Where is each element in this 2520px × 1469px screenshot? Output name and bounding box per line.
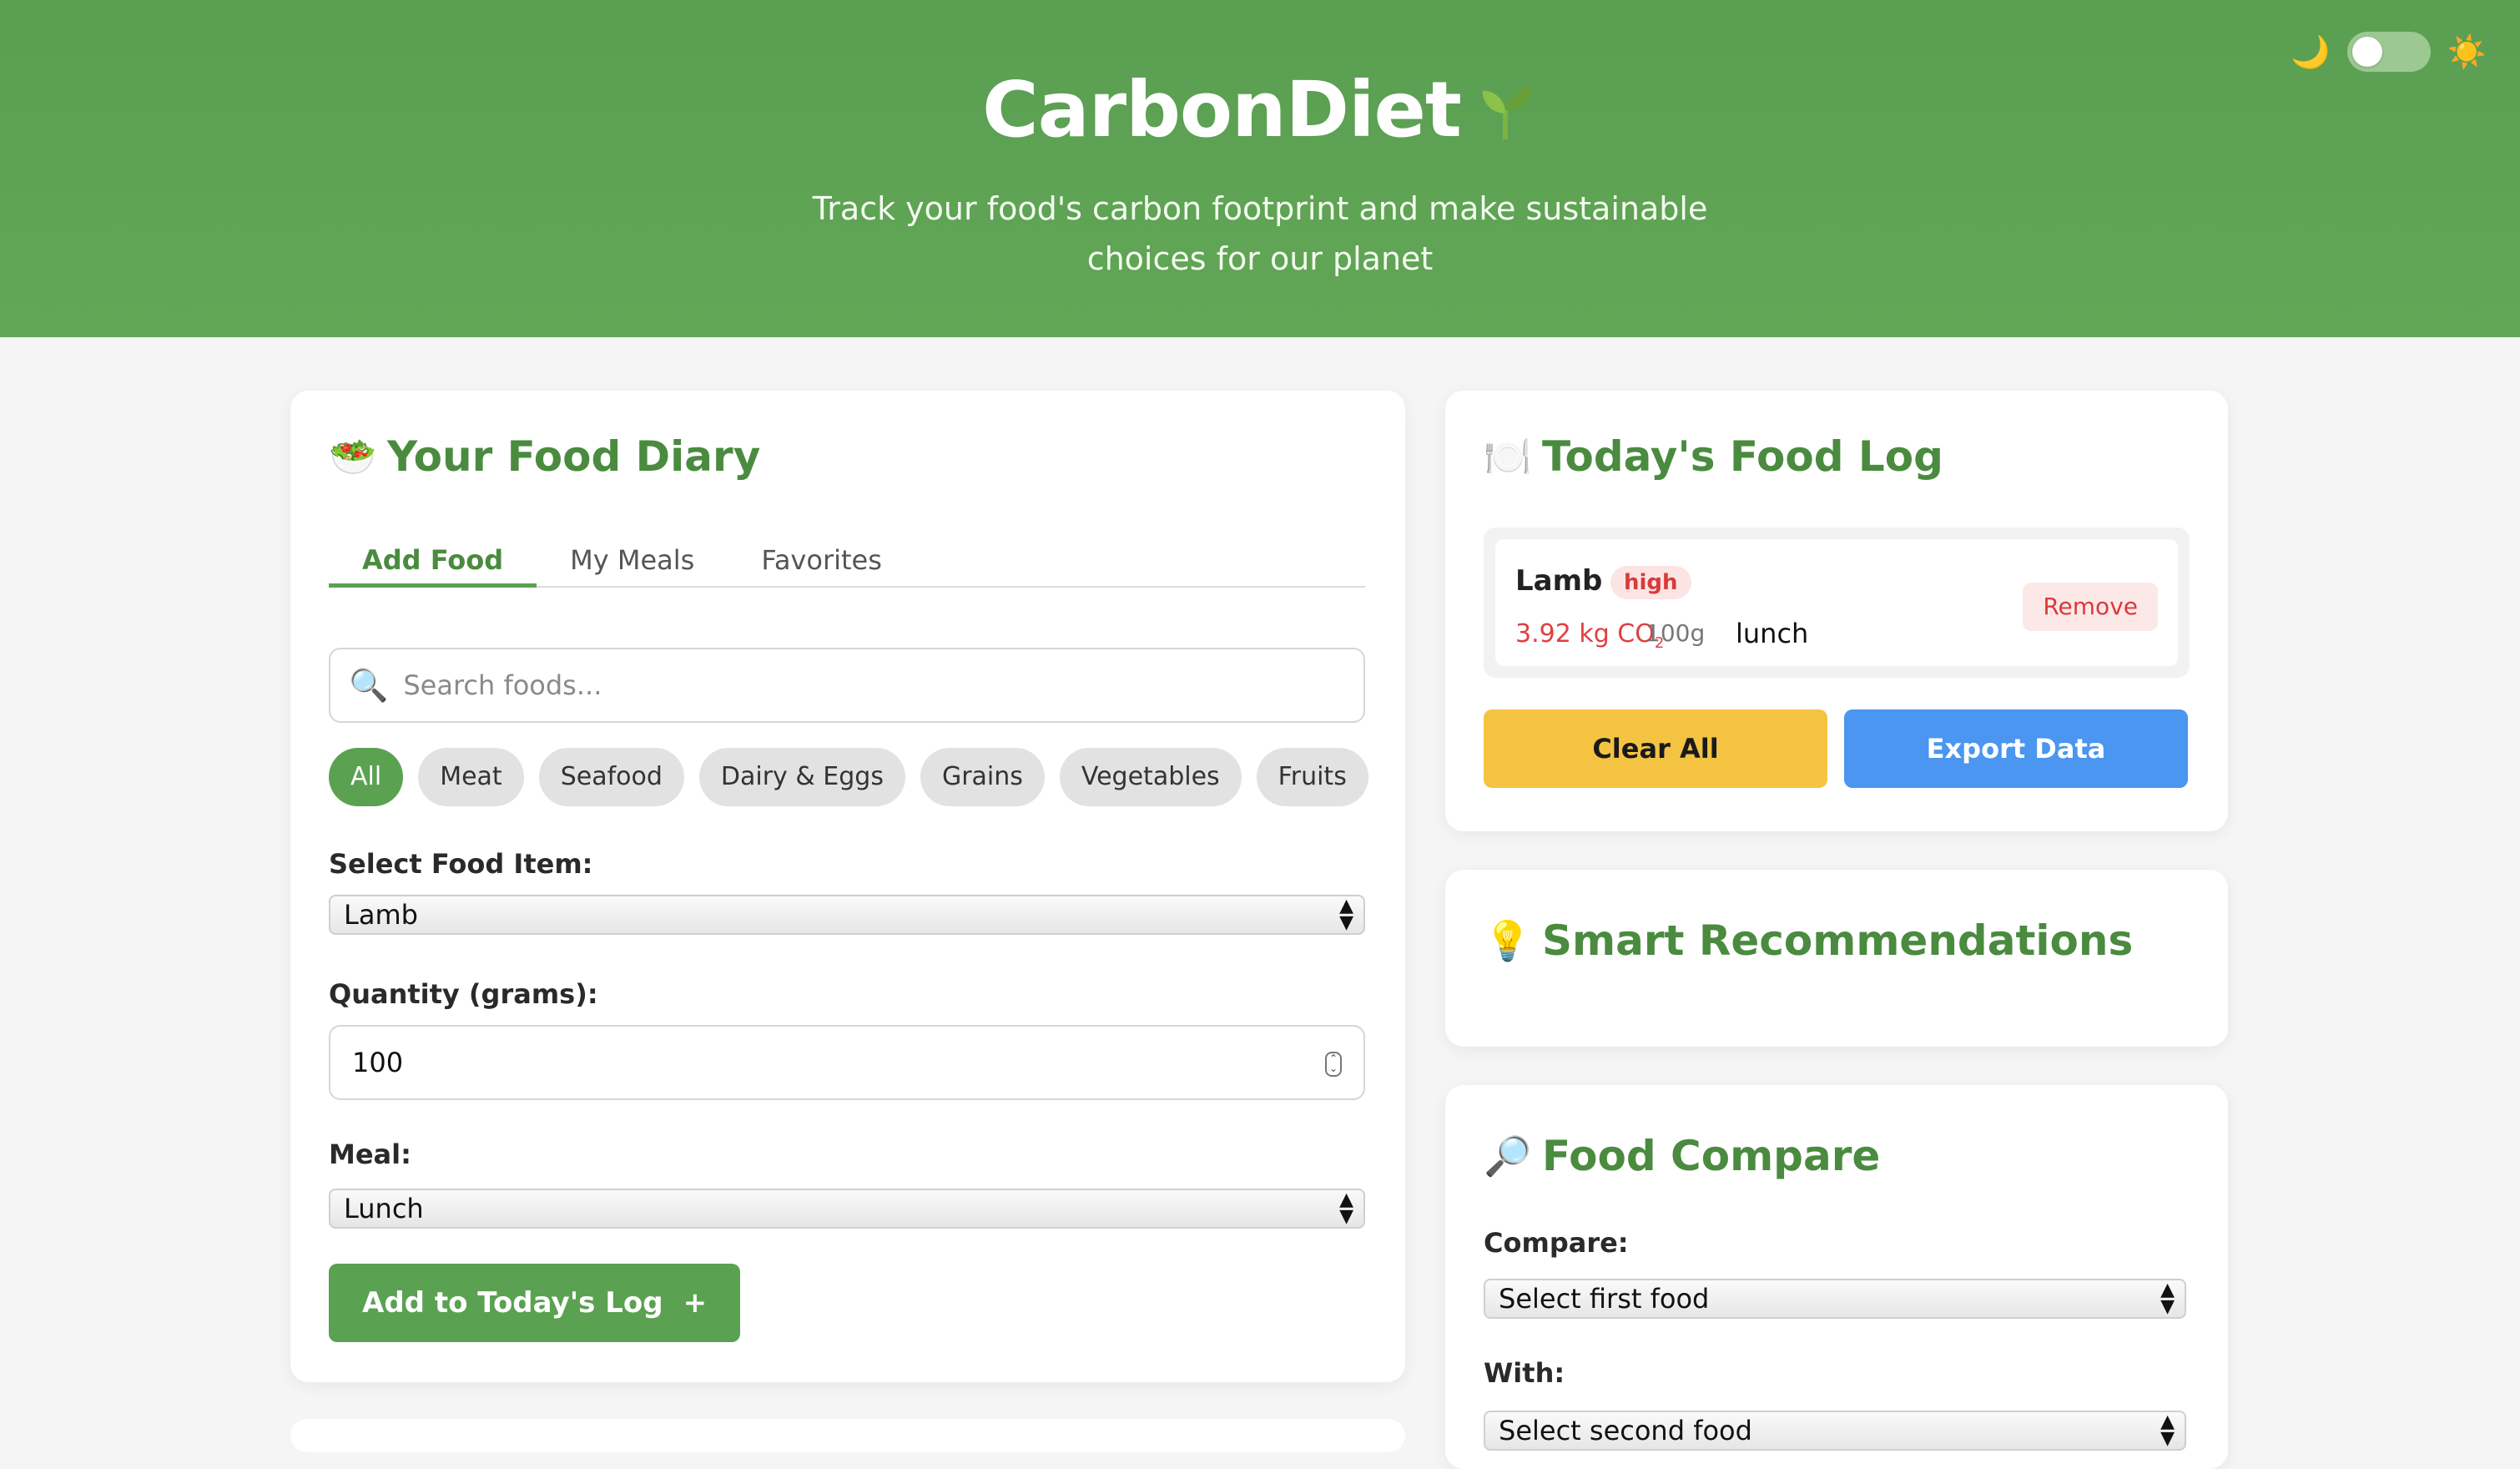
sun-icon: ☀️ [2447,33,2487,70]
food-compare-card: 🔎 Food Compare Compare: Select first foo… [1445,1085,2228,1469]
magnifier-icon: 🔎 [1484,1133,1532,1179]
food-select-label: Select Food Item: [329,848,593,880]
impact-badge: high [1610,566,1691,599]
next-card-edge [290,1419,1405,1452]
select-arrows-icon: ▲ ▼ [2160,1280,2175,1317]
food-log-card: 🍽️ Today's Food Log Lamb high 3.92 kg CO… [1445,391,2228,831]
remove-button[interactable]: Remove [2023,583,2158,631]
meal-label: Meal: [329,1138,411,1170]
switch-knob [2351,37,2382,67]
meal-select[interactable]: Lunch ▲ ▼ [329,1189,1365,1229]
compare-label: Compare: [1484,1227,1629,1259]
category-filters: All Meat Seafood Dairy & Eggs Grains Veg… [329,748,1368,806]
chip-grains[interactable]: Grains [920,748,1045,806]
second-food-value: Select second food [1499,1415,1752,1446]
second-food-select[interactable]: Select second food ▲ ▼ [1484,1411,2186,1451]
food-select-value: Lamb [344,899,418,931]
chip-dairy-eggs[interactable]: Dairy & Eggs [698,748,905,806]
first-food-value: Select first food [1499,1283,1710,1315]
log-item: Lamb high 3.92 kg CO2 100g lunch Remove [1495,539,2178,666]
compare-title: 🔎 Food Compare [1484,1132,1880,1180]
diary-title: 🥗 Your Food Diary [329,432,760,481]
log-title-text: Today's Food Log [1542,432,1943,481]
log-title: 🍽️ Today's Food Log [1484,432,1943,481]
log-actions: Clear All Export Data [1484,709,2188,788]
log-item-meal: lunch [1736,618,1809,649]
select-arrows-icon: ▲ ▼ [1339,896,1353,933]
salad-icon: 🥗 [329,433,377,479]
lightbulb-icon: 💡 [1484,917,1532,963]
plate-icon: 🍽️ [1484,433,1532,479]
search-icon: 🔍 [349,666,389,704]
quantity-label: Quantity (grams): [329,978,598,1010]
log-item-co2: 3.92 kg CO2 [1515,619,1664,652]
chip-meat[interactable]: Meat [418,748,524,806]
diary-tabs: Add Food My Meals Favorites [329,533,1365,588]
log-item-name: Lamb [1515,564,1603,598]
search-box: 🔍 [329,648,1365,723]
recommendations-title: 💡 Smart Recommendations [1484,916,2133,965]
tagline: Track your food's carbon footprint and m… [812,190,1708,277]
food-diary-card: 🥗 Your Food Diary Add Food My Meals Favo… [290,391,1405,1382]
app-title: CarbonDiet [0,65,2520,154]
select-arrows-icon: ▲ ▼ [2160,1411,2175,1449]
quantity-value: 100 [352,1047,404,1078]
export-data-button[interactable]: Export Data [1844,709,2188,788]
add-to-log-label: Add to Today's Log [362,1286,663,1320]
food-select[interactable]: Lamb ▲ ▼ [329,895,1365,935]
theme-toggle[interactable]: 🌙 ☀️ [2291,32,2487,72]
clear-all-button[interactable]: Clear All [1484,709,1827,788]
meal-select-value: Lunch [344,1193,424,1224]
theme-switch[interactable] [2346,32,2431,72]
log-list: Lamb high 3.92 kg CO2 100g lunch Remove [1484,528,2190,678]
with-label: With: [1484,1357,1565,1389]
diary-title-text: Your Food Diary [387,432,761,481]
moon-icon: 🌙 [2291,33,2331,70]
seedling-icon [1482,87,1532,139]
chip-fruits[interactable]: Fruits [1256,748,1368,806]
app-title-text: CarbonDiet [982,65,1462,154]
select-arrows-icon: ▲ ▼ [1339,1189,1353,1227]
tab-my-meals[interactable]: My Meals [537,533,728,588]
stepper-icon[interactable]: ⌃ ⌄ [1325,1052,1342,1077]
compare-title-text: Food Compare [1542,1132,1881,1180]
add-to-log-button[interactable]: Add to Today's Log + [329,1264,741,1342]
tab-add-food[interactable]: Add Food [329,533,537,588]
search-input[interactable] [403,669,1322,701]
recommendations-card: 💡 Smart Recommendations [1445,870,2228,1047]
tab-favorites[interactable]: Favorites [728,533,915,588]
quantity-input[interactable]: 100 ⌃ ⌄ [329,1025,1365,1100]
first-food-select[interactable]: Select first food ▲ ▼ [1484,1279,2186,1319]
plus-icon: + [683,1286,708,1320]
co2-value: 3.92 kg CO [1515,619,1655,649]
chip-seafood[interactable]: Seafood [538,748,684,806]
chip-all[interactable]: All [329,748,404,806]
chip-vegetables[interactable]: Vegetables [1059,748,1242,806]
app-header: CarbonDiet Track your food's carbon foot… [0,0,2520,337]
log-item-qty: 100g [1646,619,1706,647]
recommendations-title-text: Smart Recommendations [1542,916,2134,965]
